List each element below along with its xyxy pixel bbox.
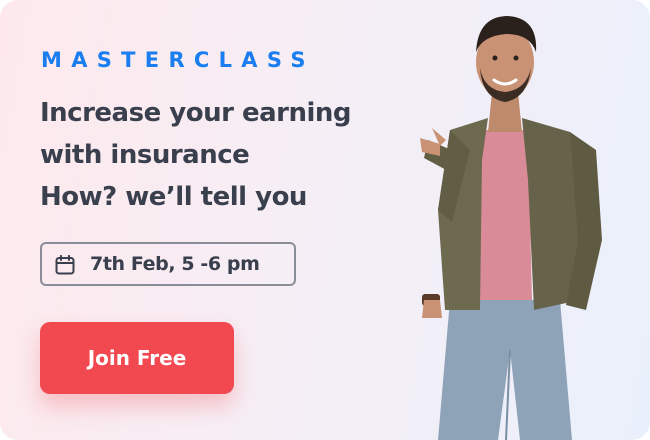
headline-line-1: Increase your earning bbox=[40, 98, 352, 128]
eyebrow-label: MASTERCLASS bbox=[41, 48, 315, 72]
headline-line-3: How? we’ll tell you bbox=[40, 182, 307, 212]
headline-line-2: with insurance bbox=[40, 140, 250, 170]
headline: Increase your earning with insurance How… bbox=[40, 92, 420, 218]
join-free-button[interactable]: Join Free bbox=[40, 322, 234, 394]
calendar-icon bbox=[55, 255, 75, 275]
date-chip: 7th Feb, 5 -6 pm bbox=[40, 242, 296, 286]
presenter-photo bbox=[420, 16, 602, 440]
masterclass-banner: MASTERCLASS Increase your earning with i… bbox=[0, 0, 650, 440]
date-text: 7th Feb, 5 -6 pm bbox=[90, 253, 260, 275]
